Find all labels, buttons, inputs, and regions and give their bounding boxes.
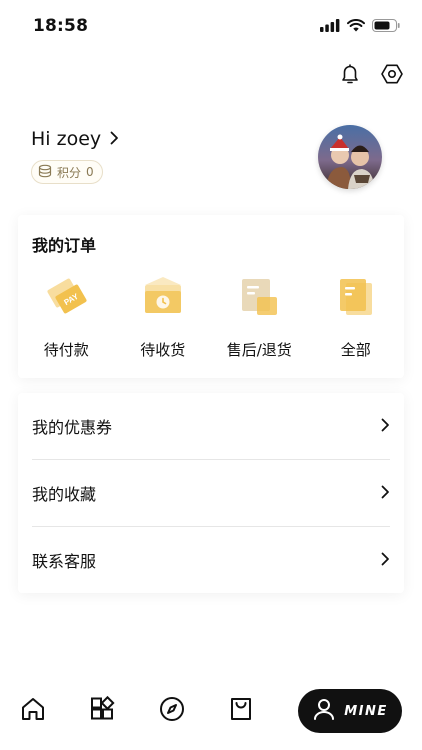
- signal-icon: [320, 17, 340, 36]
- wifi-icon: [347, 17, 365, 36]
- orders-title: 我的订单: [32, 236, 97, 255]
- profile-section: Hi zoey 积分 0: [31, 128, 119, 184]
- menu-card: 我的优惠券 我的收藏 联系客服: [18, 393, 404, 593]
- status-icons: [320, 17, 400, 36]
- tab-discover[interactable]: [157, 696, 187, 726]
- user-icon: [312, 697, 336, 725]
- tab-mine-label: MINE: [344, 703, 388, 719]
- orders-card: 我的订单 PAY 待付款 待收货 售后/退货 全部: [18, 215, 404, 378]
- greeting-text: Hi zoey: [31, 128, 102, 150]
- menu-item-favorites-label: 我的收藏: [32, 485, 97, 504]
- order-pending-delivery-label: 待收货: [140, 341, 186, 359]
- avatar[interactable]: [318, 125, 382, 189]
- top-actions: [338, 62, 404, 86]
- coins-icon: [38, 164, 52, 181]
- profile-link[interactable]: Hi zoey: [31, 128, 119, 150]
- order-pending-delivery[interactable]: 待收货: [115, 275, 212, 360]
- order-after-sales[interactable]: 售后/退货: [211, 275, 308, 360]
- menu-item-coupons[interactable]: 我的优惠券: [32, 393, 390, 459]
- settings-gear-icon[interactable]: [380, 62, 404, 86]
- order-pending-payment-label: 待付款: [43, 341, 89, 359]
- tab-category[interactable]: [87, 695, 117, 727]
- tab-mine[interactable]: MINE: [298, 689, 402, 733]
- menu-item-customer-service-label: 联系客服: [32, 552, 97, 571]
- points-badge[interactable]: 积分 0: [31, 160, 103, 184]
- tab-bag[interactable]: [226, 696, 256, 726]
- bottom-tab-bar: MINE: [0, 680, 422, 750]
- notification-bell-icon[interactable]: [338, 62, 362, 86]
- order-all[interactable]: 全部: [308, 275, 405, 360]
- delivery-icon: [141, 275, 185, 319]
- order-all-label: 全部: [340, 341, 371, 359]
- pay-icon: PAY: [44, 275, 88, 319]
- battery-icon: [372, 17, 400, 36]
- after-sales-icon: [237, 275, 281, 319]
- order-after-sales-label: 售后/退货: [226, 341, 292, 359]
- order-pending-payment[interactable]: PAY 待付款: [18, 275, 115, 360]
- menu-item-customer-service[interactable]: 联系客服: [32, 527, 390, 593]
- order-status-list: PAY 待付款 待收货 售后/退货 全部: [18, 275, 404, 360]
- menu-item-favorites[interactable]: 我的收藏: [32, 460, 390, 526]
- points-value: 0: [86, 165, 94, 179]
- chevron-right-icon: [380, 551, 390, 570]
- home-icon: [19, 695, 47, 727]
- points-label: 积分: [57, 165, 82, 180]
- chevron-right-icon: [380, 417, 390, 436]
- chevron-right-icon: [380, 484, 390, 503]
- bag-icon: [227, 695, 255, 727]
- menu-item-coupons-label: 我的优惠券: [32, 418, 113, 437]
- tab-home[interactable]: [18, 696, 48, 726]
- discover-icon: [158, 695, 186, 727]
- chevron-right-icon: [109, 130, 119, 149]
- all-orders-icon: [334, 275, 378, 319]
- category-icon: [88, 695, 116, 727]
- status-time: 18:58: [33, 16, 89, 36]
- status-bar: 18:58: [0, 0, 422, 52]
